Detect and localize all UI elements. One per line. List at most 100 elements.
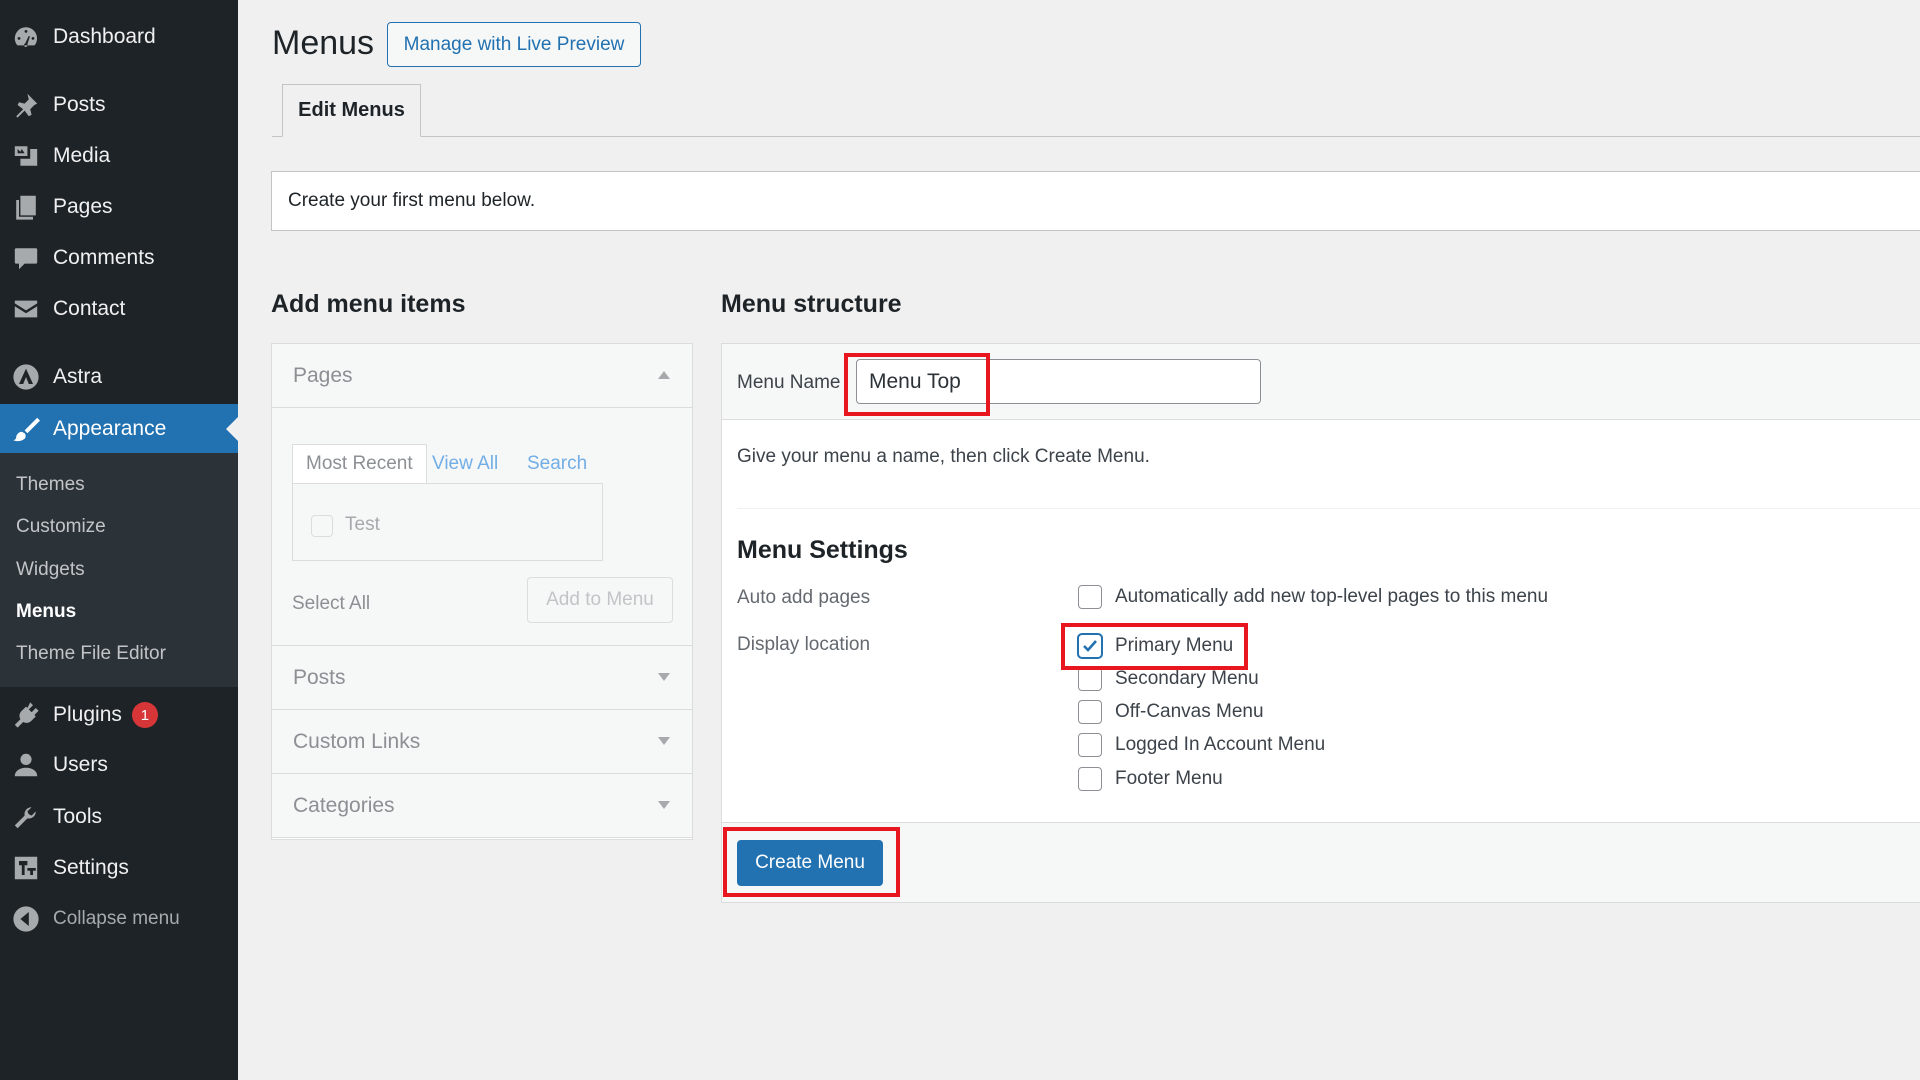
update-count-badge: 1 bbox=[131, 702, 158, 728]
create-menu-button[interactable]: Create Menu bbox=[737, 840, 883, 886]
sidebar-item-tools[interactable]: Tools bbox=[0, 792, 238, 842]
page-test-checkbox[interactable] bbox=[311, 515, 333, 537]
submenu-item-theme-file-editor[interactable]: Theme File Editor bbox=[16, 643, 166, 665]
menu-name-row: Menu Name bbox=[722, 344, 1920, 420]
tab-most-recent[interactable]: Most Recent bbox=[292, 444, 427, 484]
sidebar-item-users[interactable]: Users bbox=[0, 740, 238, 790]
sidebar-item-comments[interactable]: Comments bbox=[0, 233, 238, 283]
pages-icon bbox=[11, 192, 41, 222]
sidebar-item-label: Pages bbox=[53, 195, 113, 218]
caret-down-icon bbox=[658, 737, 670, 745]
submenu-item-menus[interactable]: Menus bbox=[16, 601, 76, 623]
option-label: Footer Menu bbox=[1115, 768, 1223, 789]
sidebar-item-label: Settings bbox=[53, 856, 129, 879]
sidebar-item-label: Users bbox=[53, 753, 108, 776]
caret-up-icon bbox=[658, 371, 670, 379]
secondary-menu-checkbox[interactable] bbox=[1078, 667, 1102, 691]
location-secondary-menu[interactable]: Secondary Menu bbox=[1078, 667, 1259, 691]
submenu-item-customize[interactable]: Customize bbox=[16, 516, 106, 538]
accordion-label: Posts bbox=[293, 665, 346, 689]
sidebar-item-plugins[interactable]: Plugins 1 bbox=[0, 690, 238, 740]
accordion-categories[interactable]: Categories bbox=[272, 774, 692, 838]
auto-add-pages-label: Auto add pages bbox=[737, 587, 871, 608]
accordion-label: Custom Links bbox=[293, 729, 421, 753]
admin-sidebar: Dashboard Posts Media Pages Comments Con… bbox=[0, 0, 238, 1080]
option-label: Off-Canvas Menu bbox=[1115, 701, 1264, 722]
manage-live-preview-button[interactable]: Manage with Live Preview bbox=[387, 22, 641, 67]
sidebar-item-contact[interactable]: Contact bbox=[0, 284, 238, 334]
sidebar-item-label: Astra bbox=[53, 365, 103, 388]
location-off-canvas-menu[interactable]: Off-Canvas Menu bbox=[1078, 700, 1264, 724]
add-menu-items-panel: Pages Most Recent View All Search Test S… bbox=[271, 343, 693, 840]
sidebar-item-label: Tools bbox=[53, 805, 103, 828]
accordion-pages[interactable]: Pages bbox=[272, 344, 692, 408]
option-label: Secondary Menu bbox=[1115, 668, 1259, 689]
sidebar-item-media[interactable]: Media bbox=[0, 131, 238, 181]
caret-down-icon bbox=[658, 673, 670, 681]
location-primary-menu[interactable]: Primary Menu bbox=[1078, 634, 1233, 658]
tab-search[interactable]: Search bbox=[514, 444, 600, 484]
logged-in-account-menu-checkbox[interactable] bbox=[1078, 733, 1102, 757]
collapse-menu-button[interactable]: Collapse menu bbox=[0, 894, 238, 944]
menu-structure-heading: Menu structure bbox=[721, 290, 902, 318]
pin-icon bbox=[11, 90, 41, 120]
menu-name-input[interactable] bbox=[856, 359, 1261, 404]
select-all-link[interactable]: Select All bbox=[292, 593, 370, 615]
menu-structure-footer: Create Menu bbox=[722, 822, 1920, 902]
sidebar-item-appearance[interactable]: Appearance bbox=[0, 404, 238, 454]
settings-icon bbox=[11, 853, 41, 883]
astra-icon bbox=[11, 362, 41, 392]
tab-view-all[interactable]: View All bbox=[419, 444, 511, 484]
brush-icon bbox=[11, 414, 41, 444]
sidebar-item-label: Dashboard bbox=[53, 25, 156, 48]
sidebar-item-dashboard[interactable]: Dashboard bbox=[0, 12, 238, 62]
display-location-label: Display location bbox=[737, 634, 871, 655]
auto-add-pages-option[interactable]: Automatically add new top-level pages to… bbox=[1078, 585, 1548, 609]
option-label: Primary Menu bbox=[1115, 635, 1234, 656]
tab-edit-menus[interactable]: Edit Menus bbox=[282, 84, 421, 137]
location-logged-in-account-menu[interactable]: Logged In Account Menu bbox=[1078, 733, 1325, 757]
plugin-icon bbox=[11, 700, 41, 730]
option-label: Automatically add new top-level pages to… bbox=[1115, 586, 1549, 607]
pages-list: Test bbox=[292, 483, 603, 561]
notice-text: Create your first menu below. bbox=[288, 190, 536, 211]
submenu-item-widgets[interactable]: Widgets bbox=[16, 559, 85, 581]
sidebar-item-label: Posts bbox=[53, 93, 106, 116]
collapse-icon bbox=[11, 904, 41, 934]
option-label: Logged In Account Menu bbox=[1115, 734, 1326, 755]
media-icon bbox=[11, 141, 41, 171]
sidebar-item-label: Plugins bbox=[53, 703, 122, 726]
sidebar-item-astra[interactable]: Astra bbox=[0, 352, 238, 402]
menu-name-label: Menu Name bbox=[737, 372, 841, 393]
sidebar-item-settings[interactable]: Settings bbox=[0, 843, 238, 893]
page-test-label: Test bbox=[345, 514, 380, 535]
auto-add-pages-checkbox[interactable] bbox=[1078, 585, 1102, 609]
caret-down-icon bbox=[658, 801, 670, 809]
off-canvas-menu-checkbox[interactable] bbox=[1078, 700, 1102, 724]
add-to-menu-button[interactable]: Add to Menu bbox=[527, 577, 673, 623]
checkmark-icon bbox=[1083, 640, 1097, 652]
sidebar-item-label: Appearance bbox=[53, 417, 167, 440]
menu-settings-heading: Menu Settings bbox=[737, 536, 908, 564]
sidebar-item-posts[interactable]: Posts bbox=[0, 80, 238, 130]
accordion-label: Pages bbox=[293, 363, 353, 387]
add-menu-items-heading: Add menu items bbox=[271, 290, 466, 318]
page-title: Menus bbox=[272, 24, 375, 62]
sidebar-item-label: Collapse menu bbox=[53, 908, 180, 929]
user-icon bbox=[11, 750, 41, 780]
sidebar-item-label: Media bbox=[53, 144, 111, 167]
footer-menu-checkbox[interactable] bbox=[1078, 767, 1102, 791]
mail-icon bbox=[11, 294, 41, 324]
primary-menu-checkbox[interactable] bbox=[1078, 634, 1102, 658]
wrench-icon bbox=[11, 802, 41, 832]
accordion-posts[interactable]: Posts bbox=[272, 646, 692, 710]
pages-accordion-body: Most Recent View All Search Test Select … bbox=[272, 408, 692, 646]
dashboard-icon bbox=[11, 22, 41, 52]
sidebar-item-pages[interactable]: Pages bbox=[0, 182, 238, 232]
notice-banner: Create your first menu below. bbox=[271, 171, 1920, 231]
accordion-custom-links[interactable]: Custom Links bbox=[272, 710, 692, 774]
submenu-item-themes[interactable]: Themes bbox=[16, 474, 85, 496]
location-footer-menu[interactable]: Footer Menu bbox=[1078, 767, 1223, 791]
menu-name-hint: Give your menu a name, then click Create… bbox=[737, 446, 1150, 467]
appearance-submenu: Themes Customize Widgets Menus Theme Fil… bbox=[0, 453, 238, 687]
